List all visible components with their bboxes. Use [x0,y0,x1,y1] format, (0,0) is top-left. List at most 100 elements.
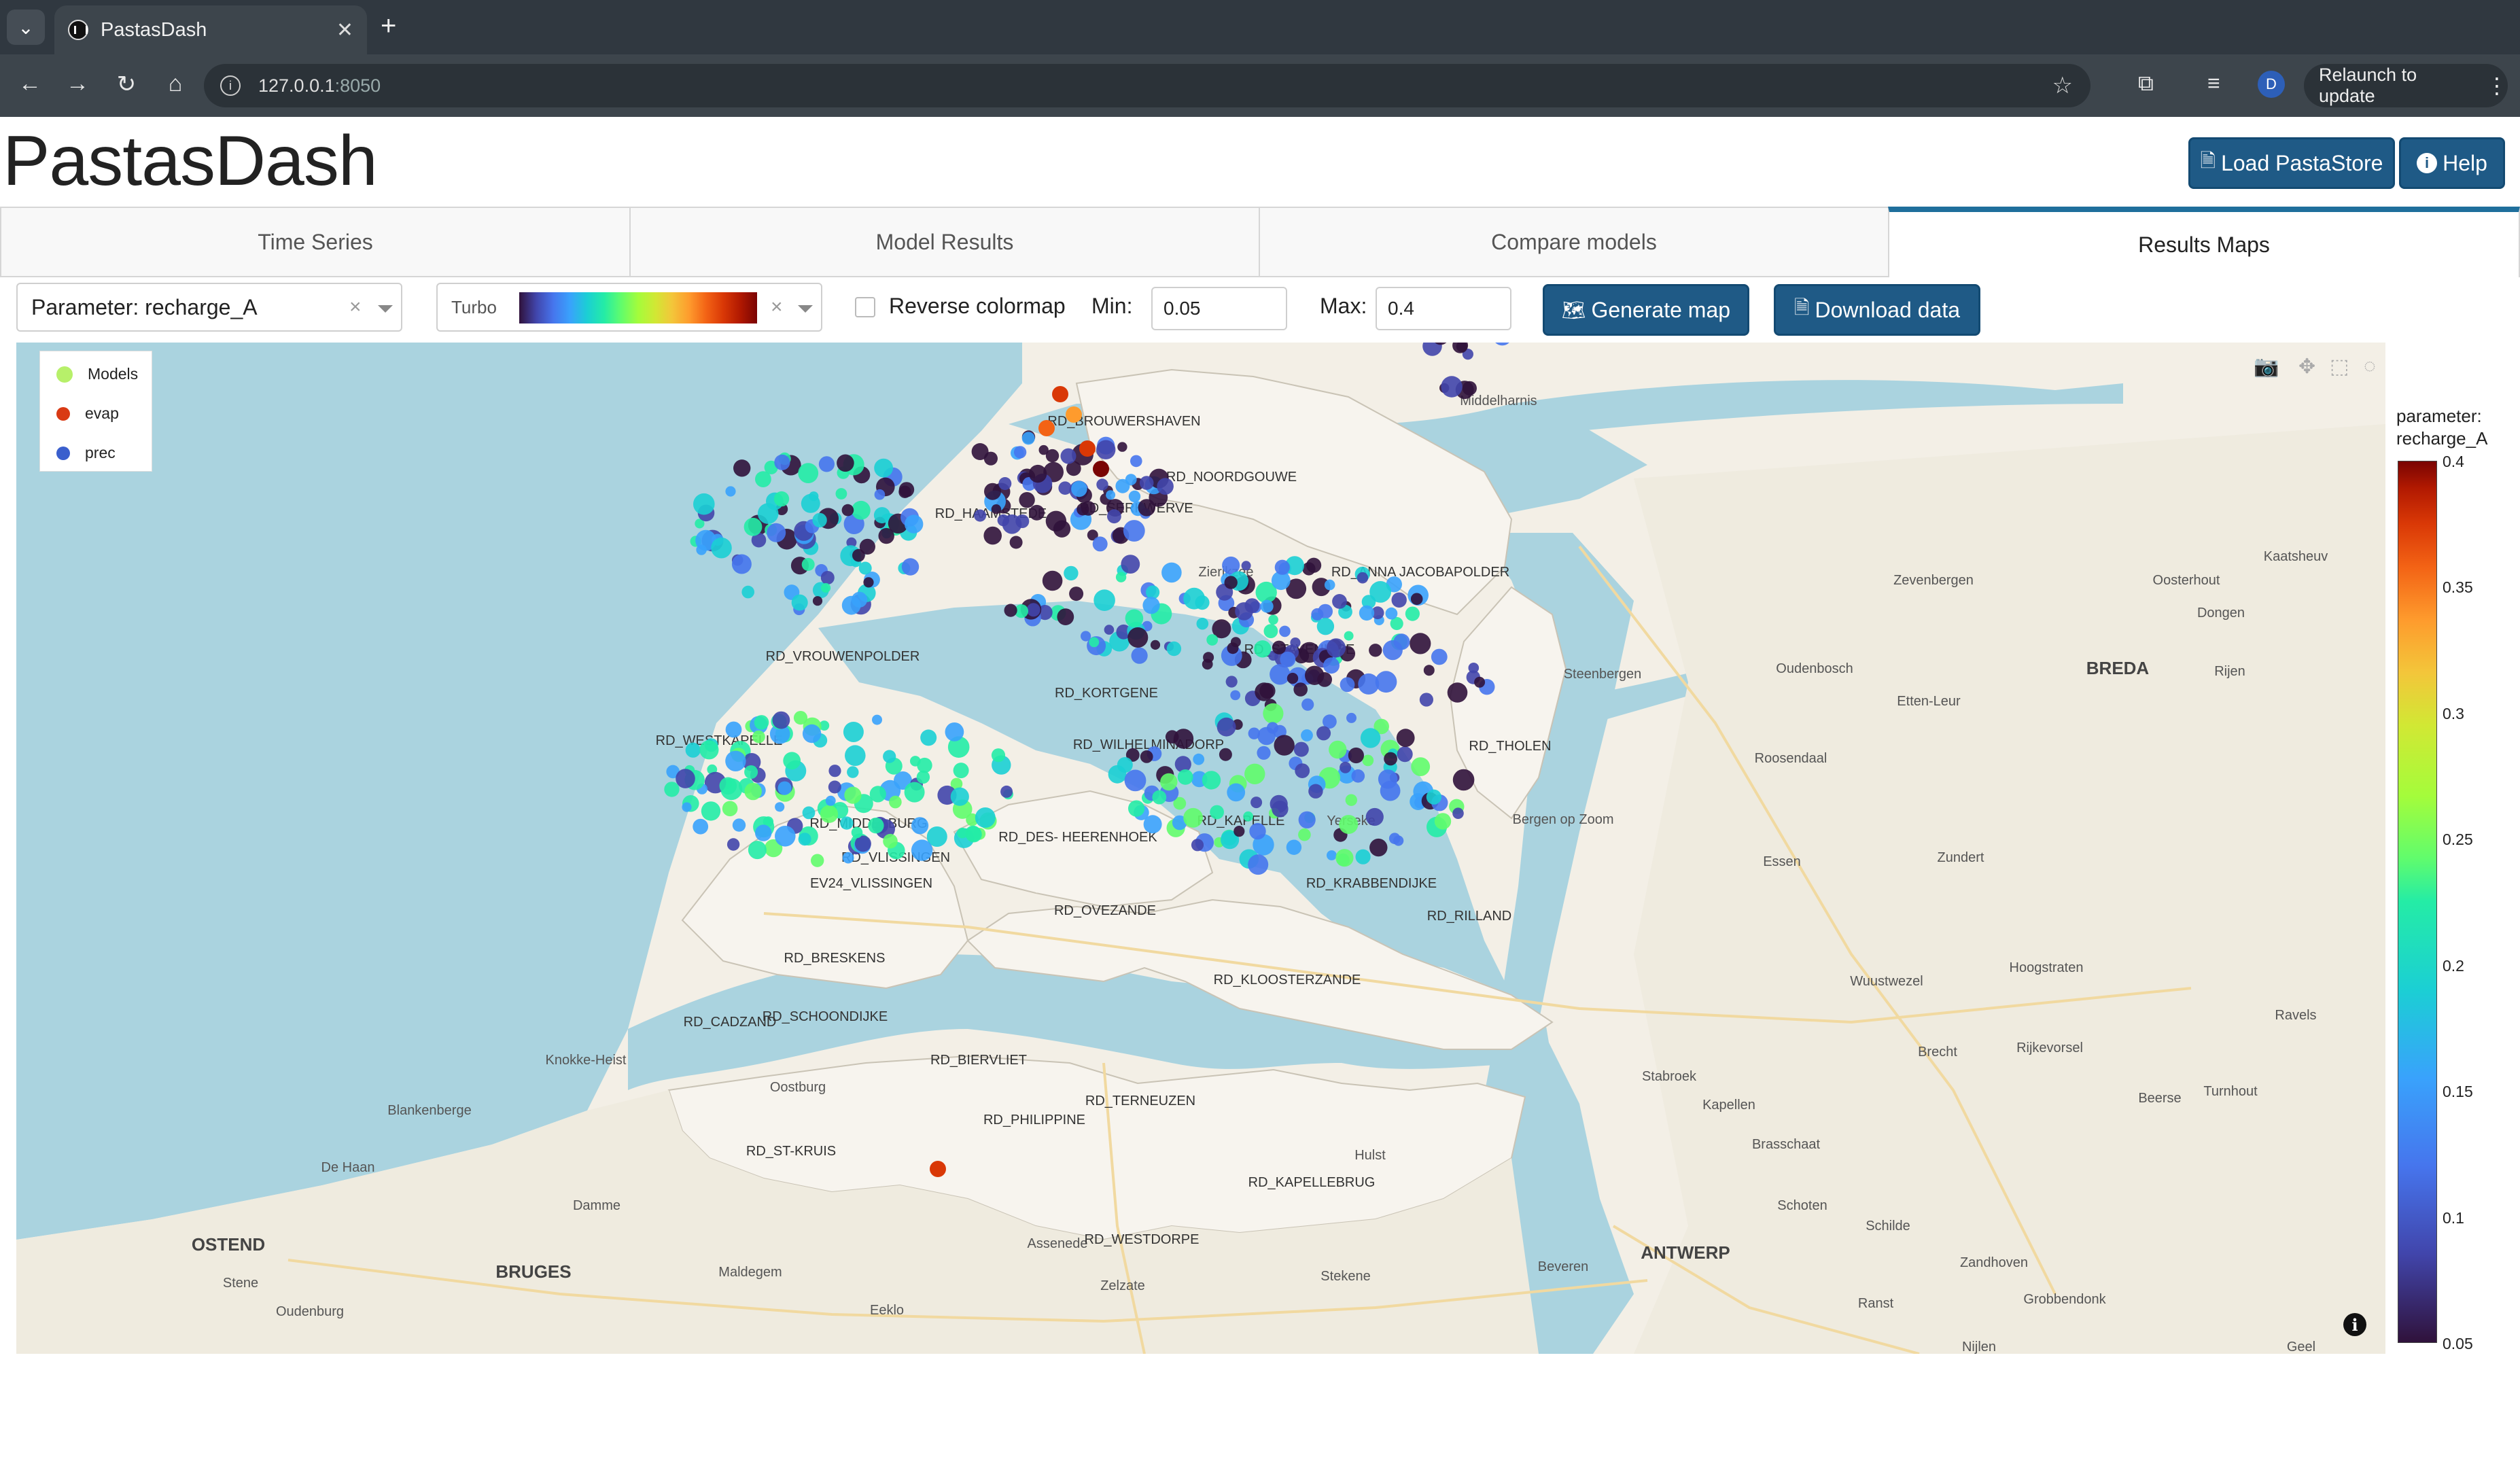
model-marker[interactable] [1064,565,1079,581]
model-marker[interactable] [975,807,996,828]
model-marker[interactable] [811,854,824,867]
model-marker[interactable] [719,777,737,795]
model-marker[interactable] [1286,839,1302,855]
model-marker[interactable] [1346,712,1357,723]
model-marker[interactable] [1150,640,1161,650]
model-marker[interactable] [1125,609,1144,628]
chevron-down-icon[interactable] [378,305,393,313]
model-marker[interactable] [1225,676,1238,688]
model-marker[interactable] [872,714,882,725]
model-marker[interactable] [1117,757,1133,773]
model-marker[interactable] [741,585,754,599]
tab-time-series[interactable]: Time Series [0,207,631,277]
clear-icon[interactable]: × [349,296,362,319]
model-marker[interactable] [842,852,854,864]
model-marker[interactable] [1410,593,1423,606]
model-marker[interactable] [1317,672,1332,687]
model-marker[interactable] [1462,381,1477,396]
model-marker[interactable] [825,795,836,806]
model-marker[interactable] [1426,789,1441,805]
generate-map-button[interactable]: 🗺 Generate map [1543,284,1749,336]
model-marker[interactable] [1419,693,1433,707]
model-marker[interactable] [1268,614,1278,625]
model-marker[interactable] [1081,631,1091,642]
model-marker[interactable] [701,801,721,821]
model-marker[interactable] [1360,728,1381,748]
model-marker[interactable] [1244,763,1265,784]
reload-icon[interactable]: ↻ [111,71,141,98]
model-marker[interactable] [998,477,1012,490]
model-marker[interactable] [1263,703,1284,724]
model-marker[interactable] [1125,474,1137,485]
model-marker[interactable] [1405,606,1420,621]
model-marker[interactable] [1166,641,1182,657]
model-marker[interactable] [1210,805,1224,820]
model-marker[interactable] [1441,376,1463,398]
model-marker[interactable] [1138,499,1156,517]
model-marker[interactable] [1219,748,1232,761]
media-controls-icon[interactable]: ≡ [2207,71,2220,96]
model-marker[interactable] [1191,839,1204,852]
model-marker[interactable] [1013,446,1027,459]
model-marker[interactable] [898,485,911,498]
model-marker[interactable] [711,537,732,559]
max-input[interactable]: 0.4 [1376,287,1511,330]
model-marker[interactable] [1183,807,1203,828]
model-marker[interactable] [693,493,715,515]
model-marker[interactable] [725,721,742,738]
tab-compare-models[interactable]: Compare models [1259,207,1889,277]
model-marker[interactable] [835,488,847,500]
forward-icon[interactable]: → [63,71,92,97]
model-marker[interactable] [845,745,866,766]
model-marker[interactable] [801,558,815,571]
model-marker[interactable] [809,491,819,502]
model-marker[interactable] [1295,763,1310,778]
model-marker[interactable] [1339,815,1359,835]
model-marker[interactable] [1434,813,1452,830]
model-marker[interactable] [1015,514,1030,528]
clear-icon[interactable]: × [771,296,783,319]
model-marker[interactable] [1227,783,1246,802]
model-marker[interactable] [791,594,808,611]
model-marker[interactable] [682,802,692,812]
model-marker[interactable] [984,483,1001,500]
model-marker[interactable] [1066,406,1082,423]
model-marker[interactable] [844,786,862,804]
model-marker[interactable] [1340,761,1352,773]
tab-search-button[interactable]: ⌄ [7,10,45,45]
model-marker[interactable] [901,558,920,576]
model-marker[interactable] [1257,746,1271,760]
model-marker[interactable] [1280,651,1296,667]
model-marker[interactable] [1093,461,1109,477]
model-marker[interactable] [1028,464,1047,483]
model-marker[interactable] [1254,640,1272,658]
model-marker[interactable] [696,544,707,555]
camera-icon[interactable]: 📷 [2254,355,2279,379]
model-marker[interactable] [911,817,929,835]
model-marker[interactable] [1104,625,1115,635]
model-marker[interactable] [974,509,987,522]
colormap-dropdown[interactable]: Turbo × [436,283,822,332]
model-marker[interactable] [1196,617,1209,630]
model-marker[interactable] [820,805,839,823]
model-marker[interactable] [1351,769,1365,783]
model-marker[interactable] [1026,603,1040,617]
model-marker[interactable] [1096,478,1108,491]
model-marker[interactable] [1260,599,1274,613]
model-marker[interactable] [874,458,893,478]
model-marker[interactable] [1127,627,1149,648]
model-marker[interactable] [911,839,933,861]
model-marker[interactable] [874,489,886,500]
model-marker[interactable] [1042,570,1063,591]
tab-results-maps[interactable]: Results Maps [1888,207,2520,277]
model-marker[interactable] [953,763,969,779]
model-marker[interactable] [775,802,785,812]
model-marker[interactable] [1248,727,1261,739]
model-marker[interactable] [1142,597,1160,614]
box-select-icon[interactable]: ⬚ [2330,355,2349,379]
model-marker[interactable] [1241,561,1251,571]
model-marker[interactable] [820,571,835,584]
model-marker[interactable] [1293,741,1309,757]
model-marker[interactable] [1327,850,1337,860]
model-marker[interactable] [1230,690,1241,701]
